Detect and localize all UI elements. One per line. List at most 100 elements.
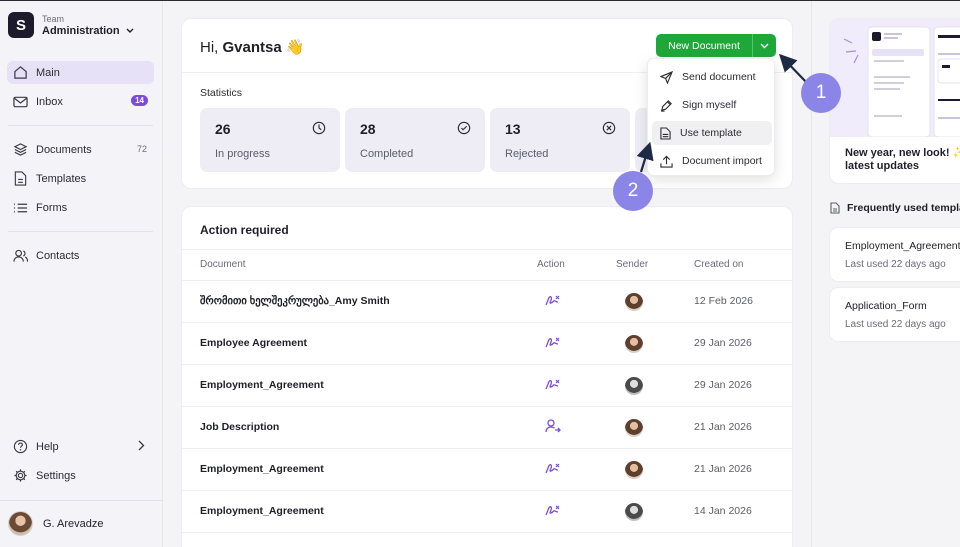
avatar	[8, 511, 33, 536]
sign-icon[interactable]	[545, 293, 561, 310]
file-icon	[830, 202, 840, 214]
contacts-icon	[12, 248, 28, 264]
sender-avatar	[625, 461, 643, 479]
sidebar-item-settings[interactable]: Settings	[7, 464, 154, 487]
sidebar-item-label: Forms	[36, 201, 68, 214]
menu-item-label: Document import	[682, 155, 762, 167]
created-on: 12 Feb 2026	[694, 295, 753, 307]
stat-completed[interactable]: 28 Completed	[345, 108, 485, 172]
team-logo: S	[8, 12, 34, 38]
column-header-sender[interactable]: Sender	[616, 259, 648, 270]
team-label: Team	[42, 13, 65, 24]
x-circle-icon	[602, 121, 616, 138]
sidebar-item-templates[interactable]: Templates	[7, 167, 154, 190]
sign-icon[interactable]	[545, 377, 561, 394]
column-header-action[interactable]: Action	[537, 259, 565, 270]
table-row[interactable]: Employment_Agreement 14 Jan 2026	[182, 490, 792, 531]
created-on: 29 Jan 2026	[694, 337, 752, 349]
document-name: Employment_Agreement	[200, 505, 324, 517]
action-required-title: Action required	[200, 223, 289, 237]
menu-item-document-import[interactable]: Document import	[652, 149, 772, 173]
new-document-label: New Document	[668, 39, 740, 52]
sidebar: S Team Administration Main Inbox 14 Docu…	[0, 1, 163, 547]
check-circle-icon	[457, 121, 471, 138]
new-document-button[interactable]: New Document	[656, 34, 776, 57]
template-card[interactable]: Application_Form Last used 22 days ago	[829, 287, 960, 342]
sidebar-item-label: Templates	[36, 172, 87, 185]
assign-user-icon[interactable]	[545, 419, 561, 436]
sidebar-item-label: Settings	[36, 469, 76, 482]
stat-rejected[interactable]: 13 Rejected	[490, 108, 630, 172]
template-card[interactable]: Employment_Agreement Last used 22 days a…	[829, 227, 960, 282]
table-row[interactable]: Employment_Agreement 21 Jan 2026	[182, 448, 792, 489]
created-on: 21 Jan 2026	[694, 421, 752, 433]
sign-icon[interactable]	[545, 335, 561, 352]
user-name: G. Arevadze	[43, 517, 104, 530]
table-row[interactable]: Employee Agreement 29 Jan 2026	[182, 322, 792, 363]
column-header-created-on[interactable]: Created on	[694, 259, 743, 270]
greeting: Hi, Gvantsa 👋	[200, 38, 305, 56]
new-document-menu: Send document Sign myself Use template D…	[647, 58, 775, 176]
divider	[8, 231, 153, 232]
promo-illustration	[830, 19, 960, 138]
menu-item-label: Send document	[682, 71, 756, 83]
table-row[interactable]: Employment_Agreement 29 Jan 2026	[182, 364, 792, 405]
user-profile[interactable]: G. Arevadze	[8, 511, 104, 536]
statistics-title: Statistics	[200, 87, 243, 99]
sidebar-item-main[interactable]: Main	[7, 61, 154, 84]
table-row[interactable]	[182, 532, 792, 547]
stat-value: 13	[505, 121, 521, 137]
sidebar-item-label: Help	[36, 440, 59, 453]
template-name: Application_Form	[845, 300, 927, 312]
clock-icon	[312, 121, 326, 138]
template-name: Employment_Agreement	[845, 240, 960, 252]
sidebar-item-label: Main	[36, 66, 60, 79]
help-icon	[12, 439, 28, 455]
sign-icon[interactable]	[545, 503, 561, 520]
documents-icon	[12, 142, 28, 158]
document-name: Employment_Agreement	[200, 379, 324, 391]
greeting-prefix: Hi,	[200, 39, 219, 56]
sender-avatar	[625, 335, 643, 353]
created-on: 21 Jan 2026	[694, 463, 752, 475]
sidebar-item-inbox[interactable]: Inbox 14	[7, 90, 154, 113]
promo-text: New year, new look! ✨ latest updates	[845, 147, 960, 173]
sign-icon[interactable]	[545, 461, 561, 478]
team-name: Administration	[42, 24, 120, 37]
inbox-badge: 14	[131, 95, 148, 106]
action-required-card: Action required Document Action Sender C…	[181, 206, 793, 547]
inbox-icon	[12, 94, 28, 110]
menu-item-use-template[interactable]: Use template	[652, 121, 772, 145]
document-name: შრომითი ხელშეკრულება_Amy Smith	[200, 295, 390, 307]
greeting-name: Gvantsa	[222, 39, 282, 56]
sidebar-item-contacts[interactable]: Contacts	[7, 244, 154, 267]
table-row[interactable]: შრომითი ხელშეკრულება_Amy Smith 12 Feb 20…	[182, 280, 792, 321]
table-row[interactable]: Job Description 21 Jan 2026	[182, 406, 792, 447]
sidebar-item-label: Inbox	[36, 95, 63, 108]
new-document-dropdown-toggle[interactable]	[753, 43, 776, 49]
sidebar-item-help[interactable]: Help	[7, 435, 154, 458]
stat-label: Rejected	[505, 148, 549, 160]
sidebar-item-documents[interactable]: Documents 72	[7, 138, 154, 161]
menu-item-label: Sign myself	[682, 99, 737, 111]
column-header-document[interactable]: Document	[200, 259, 246, 270]
promo-card[interactable]: New year, new look! ✨ latest updates	[829, 18, 960, 184]
team-switcher[interactable]: S Team Administration	[8, 12, 134, 38]
app-preview-illustration	[843, 26, 960, 138]
pen-icon	[660, 99, 672, 112]
sender-avatar	[625, 293, 643, 311]
sender-avatar	[625, 377, 643, 395]
forms-icon	[12, 200, 28, 216]
home-icon	[12, 65, 28, 81]
stat-in-progress[interactable]: 26 In progress	[200, 108, 340, 172]
sender-avatar	[625, 503, 643, 521]
chevron-right-icon	[138, 440, 145, 451]
chevron-down-icon	[760, 43, 769, 48]
sidebar-item-forms[interactable]: Forms	[7, 196, 154, 219]
divider	[8, 125, 153, 126]
menu-item-sign-myself[interactable]: Sign myself	[652, 93, 772, 117]
sidebar-item-label: Documents	[36, 143, 92, 156]
menu-item-send-document[interactable]: Send document	[652, 65, 772, 89]
stat-value: 26	[215, 121, 231, 137]
sidebar-item-label: Contacts	[36, 249, 80, 262]
